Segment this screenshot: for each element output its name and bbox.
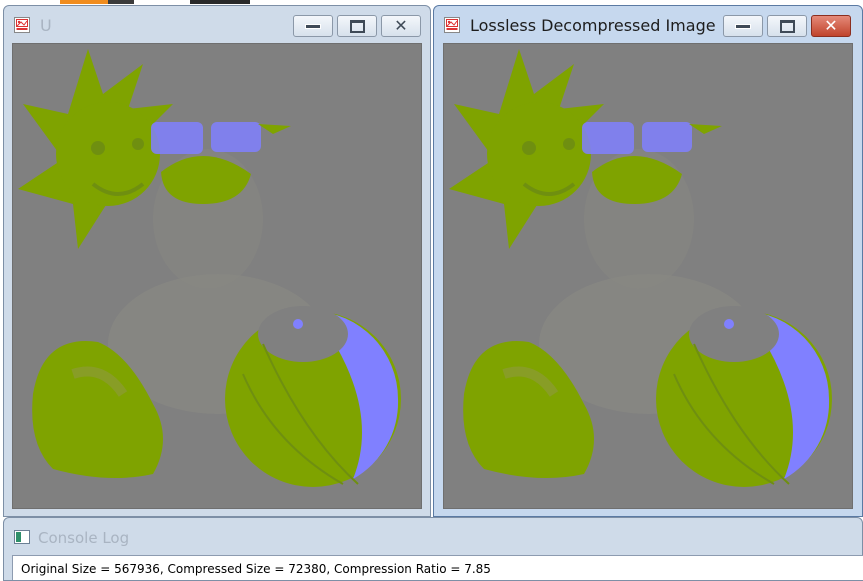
minimize-button[interactable] — [293, 15, 333, 37]
close-icon: ✕ — [824, 16, 838, 35]
minimize-icon — [305, 23, 321, 29]
image-canvas-decompressed — [443, 43, 853, 509]
close-button[interactable]: ✕ — [811, 15, 851, 37]
console-log-line: Original Size = 567936, Compressed Size … — [21, 562, 491, 576]
close-icon: ✕ — [394, 16, 408, 35]
console-window-icon — [14, 530, 30, 544]
console-log-output[interactable]: Original Size = 567936, Compressed Size … — [12, 555, 863, 580]
window-lossless-titlebar[interactable]: Lossless Decompressed Image ✕ — [434, 6, 862, 42]
image-canvas-u — [12, 43, 422, 509]
maximize-button[interactable] — [767, 15, 807, 37]
image-app-icon — [14, 17, 30, 33]
maximize-icon — [349, 19, 365, 33]
window-u-titlebar[interactable]: U ✕ — [4, 6, 430, 42]
console-log-title: Console Log — [38, 529, 130, 547]
window-u[interactable]: U ✕ — [3, 5, 431, 517]
background-strip-orange — [60, 0, 108, 4]
minimize-button[interactable] — [723, 15, 763, 37]
window-u-title: U — [40, 16, 52, 35]
window-lossless-title: Lossless Decompressed Image — [470, 16, 716, 35]
maximize-icon — [779, 19, 795, 33]
window-lossless-decompressed-image[interactable]: Lossless Decompressed Image ✕ — [433, 5, 863, 517]
image-app-icon — [444, 17, 460, 33]
u-channel-image — [13, 44, 421, 508]
close-button[interactable]: ✕ — [381, 15, 421, 37]
minimize-icon — [735, 23, 751, 29]
maximize-button[interactable] — [337, 15, 377, 37]
background-strip-dark — [108, 0, 134, 4]
console-log-window[interactable]: Console Log Original Size = 567936, Comp… — [3, 517, 863, 581]
decompressed-image — [444, 44, 852, 508]
background-strip-dark-2 — [190, 0, 250, 4]
